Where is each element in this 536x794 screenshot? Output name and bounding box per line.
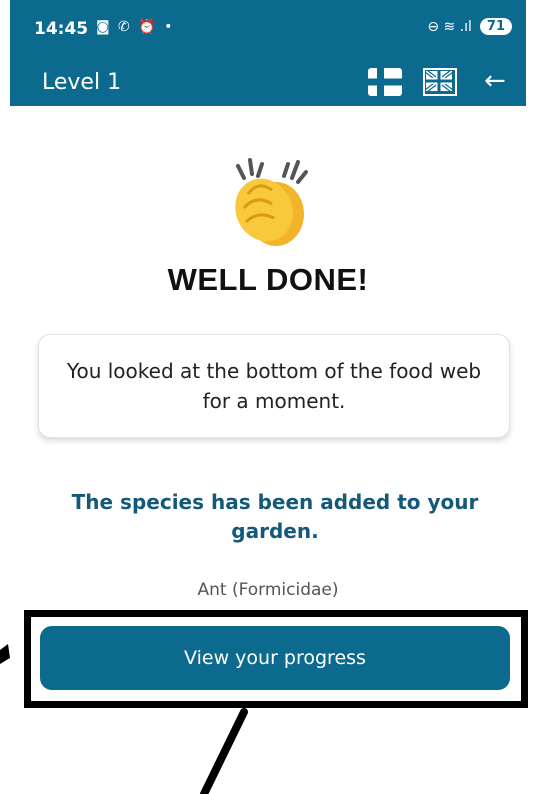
annotation-pointer-line xyxy=(200,708,248,794)
annotation-mark-left xyxy=(0,644,10,664)
annotation-strokes xyxy=(0,644,248,794)
